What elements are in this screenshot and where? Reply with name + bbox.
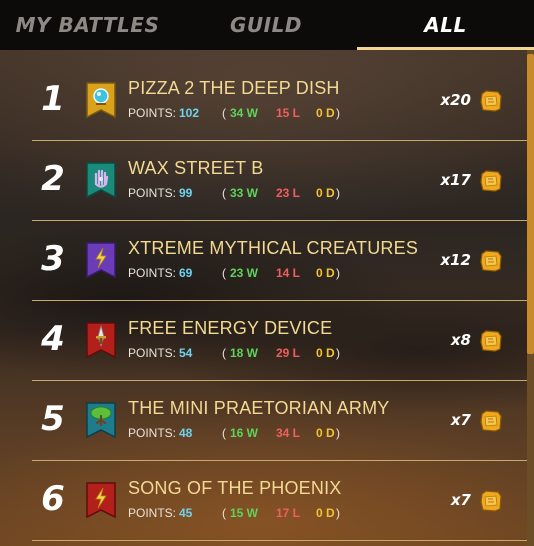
leaderboard-tabs: MY BATTLES GUILD ALL xyxy=(0,0,534,50)
guild-row[interactable]: 1 PIZZA 2 THE DEEP DISH POINTS: 102 ( 34… xyxy=(0,61,527,141)
draws-count: 0 D xyxy=(316,426,335,440)
points-value: 48 xyxy=(179,426,193,440)
points-value: 102 xyxy=(179,106,200,120)
close-paren: ) xyxy=(336,506,340,520)
guild-name[interactable]: FREE ENERGY DEVICE xyxy=(128,318,332,339)
reward-multiplier: x8 xyxy=(450,331,471,349)
guild-name[interactable]: THE MINI PRAETORIAN ARMY xyxy=(128,398,390,419)
guild-row[interactable]: 2 WAX STREET B POINTS: 99 ( 33 W 23 L 0 … xyxy=(0,141,527,221)
close-paren: ) xyxy=(336,186,340,200)
rank-number: 2 xyxy=(41,159,65,199)
row-divider xyxy=(32,540,527,541)
close-paren: ) xyxy=(336,266,340,280)
guild-row[interactable]: 3 XTREME MYTHICAL CREATURES POINTS: 69 (… xyxy=(0,221,527,301)
rank-number: 5 xyxy=(41,399,65,439)
tree-icon xyxy=(85,402,117,438)
guild-name[interactable]: PIZZA 2 THE DEEP DISH xyxy=(128,78,340,99)
reward-multiplier: x7 xyxy=(450,491,471,509)
wins-count: 23 W xyxy=(230,266,259,280)
open-paren: ( xyxy=(222,186,226,200)
guild-name[interactable]: XTREME MYTHICAL CREATURES xyxy=(128,238,418,259)
hand-icon xyxy=(85,162,117,198)
close-paren: ) xyxy=(336,426,340,440)
guild-ranking-list: 1 PIZZA 2 THE DEEP DISH POINTS: 102 ( 34… xyxy=(0,61,527,541)
dagger-icon xyxy=(85,322,117,358)
crystal-orb-icon xyxy=(85,82,117,118)
losses-count: 23 L xyxy=(276,186,301,200)
draws-count: 0 D xyxy=(316,266,335,280)
guild-row[interactable]: 4 FREE ENERGY DEVICE POINTS: 54 ( 18 W 2… xyxy=(0,301,527,381)
scrollbar-thumb[interactable] xyxy=(527,54,534,354)
points-label: POINTS: xyxy=(128,346,177,360)
close-paren: ) xyxy=(336,106,340,120)
tab-my-battles[interactable]: MY BATTLES xyxy=(0,0,175,50)
reward-chest-icon xyxy=(480,330,502,352)
rank-number: 6 xyxy=(41,479,65,519)
list-scrollbar[interactable] xyxy=(527,50,534,546)
losses-count: 34 L xyxy=(276,426,301,440)
reward-chest-icon xyxy=(480,410,502,432)
rank-number: 3 xyxy=(41,239,65,279)
wins-count: 18 W xyxy=(230,346,259,360)
draws-count: 0 D xyxy=(316,506,335,520)
losses-count: 17 L xyxy=(276,506,301,520)
guild-name[interactable]: SONG OF THE PHOENIX xyxy=(128,478,342,499)
reward-multiplier: x20 xyxy=(440,91,471,109)
open-paren: ( xyxy=(222,346,226,360)
wins-count: 33 W xyxy=(230,186,259,200)
wins-count: 15 W xyxy=(230,506,259,520)
reward-multiplier: x7 xyxy=(450,411,471,429)
rank-number: 4 xyxy=(41,319,65,359)
rank-number: 1 xyxy=(41,79,65,119)
draws-count: 0 D xyxy=(316,346,335,360)
points-value: 69 xyxy=(179,266,193,280)
wins-count: 34 W xyxy=(230,106,259,120)
close-paren: ) xyxy=(336,346,340,360)
open-paren: ( xyxy=(222,106,226,120)
points-value: 45 xyxy=(179,506,193,520)
losses-count: 29 L xyxy=(276,346,301,360)
reward-multiplier: x17 xyxy=(440,171,471,189)
points-label: POINTS: xyxy=(128,186,177,200)
losses-count: 15 L xyxy=(276,106,301,120)
open-paren: ( xyxy=(222,266,226,280)
points-label: POINTS: xyxy=(128,266,177,280)
reward-multiplier: x12 xyxy=(440,251,471,269)
wins-count: 16 W xyxy=(230,426,259,440)
points-value: 99 xyxy=(179,186,193,200)
losses-count: 14 L xyxy=(276,266,301,280)
tab-all[interactable]: ALL xyxy=(357,0,534,50)
draws-count: 0 D xyxy=(316,186,335,200)
lightning-icon xyxy=(85,242,117,278)
tab-guild[interactable]: GUILD xyxy=(175,0,357,50)
reward-chest-icon xyxy=(480,170,502,192)
points-label: POINTS: xyxy=(128,426,177,440)
guild-name[interactable]: WAX STREET B xyxy=(128,158,263,179)
draws-count: 0 D xyxy=(316,106,335,120)
guild-row[interactable]: 6 SONG OF THE PHOENIX POINTS: 45 ( 15 W … xyxy=(0,461,527,541)
points-label: POINTS: xyxy=(128,106,177,120)
open-paren: ( xyxy=(222,426,226,440)
guild-row[interactable]: 5 THE MINI PRAETORIAN ARMY POINTS: 48 ( … xyxy=(0,381,527,461)
lightning-icon xyxy=(85,482,117,518)
reward-chest-icon xyxy=(480,490,502,512)
reward-chest-icon xyxy=(480,250,502,272)
points-value: 54 xyxy=(179,346,193,360)
reward-chest-icon xyxy=(480,90,502,112)
points-label: POINTS: xyxy=(128,506,177,520)
open-paren: ( xyxy=(222,506,226,520)
